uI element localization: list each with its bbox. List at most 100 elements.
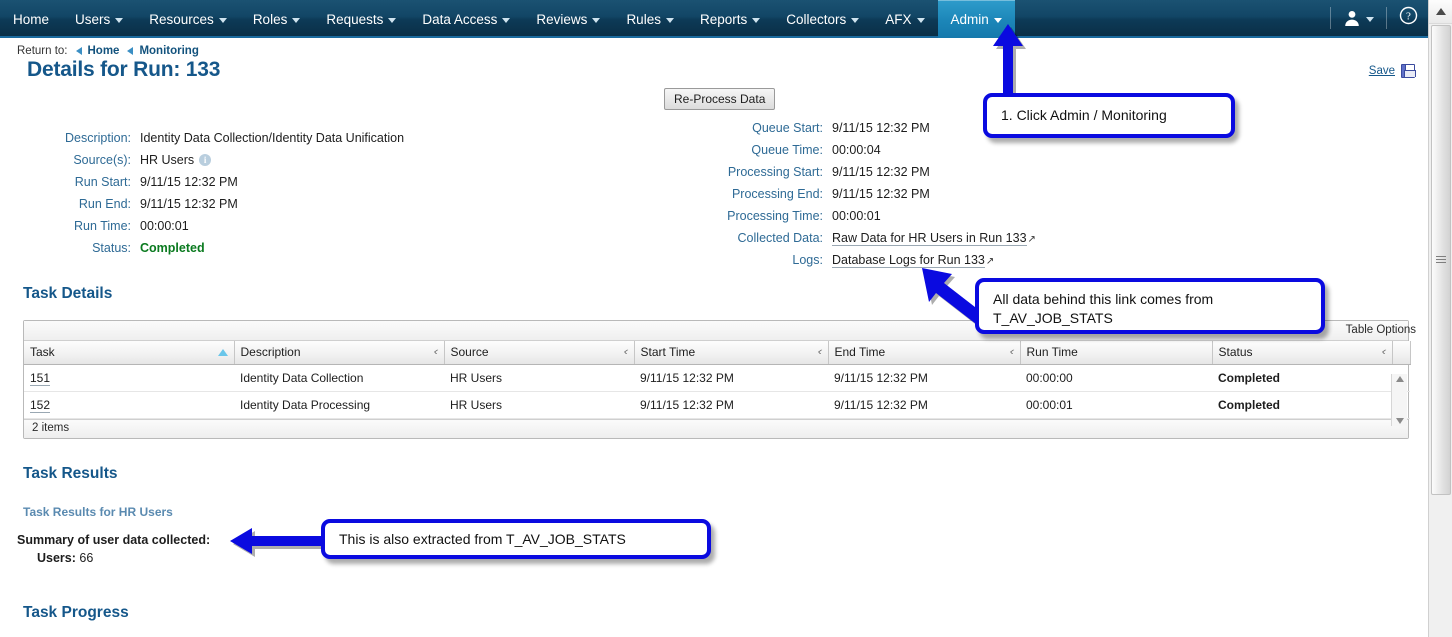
nav-item-label: Reviews	[536, 12, 587, 27]
detail-row-processing-end: Processing End: 9/11/15 12:32 PM	[660, 187, 1036, 201]
section-heading-task-details: Task Details	[23, 285, 112, 303]
detail-label: Logs:	[660, 253, 832, 267]
filter-icon[interactable]: ‹	[623, 347, 628, 358]
column-header-source[interactable]: Source ‹	[444, 341, 634, 364]
nav-item-reviews[interactable]: Reviews	[523, 0, 613, 38]
annotation-text-line2: T_AV_JOB_STATS	[993, 309, 1307, 328]
browser-scrollbar[interactable]	[1428, 0, 1452, 637]
nav-item-data-access[interactable]: Data Access	[409, 0, 523, 38]
detail-value: Raw Data for HR Users in Run 133↗	[832, 231, 1036, 245]
collected-data-link[interactable]: Raw Data for HR Users in Run 133	[832, 231, 1027, 246]
nav-item-label: Reports	[700, 12, 747, 27]
column-header-description[interactable]: Description ‹	[234, 341, 444, 364]
run-details-left: Description: Identity Data Collection/Id…	[0, 131, 404, 263]
detail-label: Queue Start:	[660, 121, 832, 135]
cell-start-time: 9/11/15 12:32 PM	[634, 364, 828, 391]
divider	[1386, 7, 1387, 29]
table-header-row: Task Description ‹ Source ‹	[24, 341, 1410, 364]
nav-item-home[interactable]: Home	[0, 0, 62, 38]
filter-icon[interactable]: ‹	[817, 347, 822, 358]
help-button[interactable]: ?	[1399, 6, 1418, 30]
sort-ascending-icon[interactable]	[218, 349, 228, 356]
scroll-up-button[interactable]	[1429, 0, 1452, 24]
page-title: Details for Run: 133	[27, 58, 220, 82]
detail-row-run-time: Run Time: 00:00:01	[0, 219, 404, 233]
table-row[interactable]: 151 Identity Data Collection HR Users 9/…	[24, 364, 1410, 391]
save-button[interactable]: Save	[1369, 64, 1415, 78]
breadcrumb-link-home[interactable]: Home	[88, 45, 120, 57]
scrollbar-track[interactable]	[1429, 24, 1452, 637]
filter-icon[interactable]: ‹	[433, 347, 438, 358]
chevron-down-icon	[917, 18, 925, 23]
table-options-link[interactable]: Table Options	[1346, 324, 1416, 336]
section-heading-task-results: Task Results	[23, 465, 117, 483]
users-value: 66	[79, 551, 93, 565]
detail-label: Processing Start:	[660, 165, 832, 179]
scrollbar-grip-icon	[1436, 256, 1446, 264]
detail-label: Status:	[0, 241, 140, 255]
user-menu-button[interactable]	[1343, 9, 1374, 27]
nav-item-requests[interactable]: Requests	[313, 0, 409, 38]
filter-icon[interactable]: ‹	[1009, 347, 1014, 358]
annotation-callout-3: This is also extracted from T_AV_JOB_STA…	[321, 519, 711, 559]
column-label: Task	[30, 345, 218, 359]
filter-icon[interactable]: ‹	[1381, 347, 1386, 358]
cell-description: Identity Data Collection	[234, 364, 444, 391]
chevron-down-icon	[219, 18, 227, 23]
scrollbar-thumb[interactable]	[1431, 25, 1451, 495]
nav-item-label: Home	[13, 12, 49, 27]
breadcrumb-link-monitoring[interactable]: Monitoring	[139, 45, 198, 57]
back-arrow-icon	[127, 47, 133, 55]
detail-row-description: Description: Identity Data Collection/Id…	[0, 131, 404, 145]
nav-item-collectors[interactable]: Collectors	[773, 0, 872, 38]
detail-row-run-end: Run End: 9/11/15 12:32 PM	[0, 197, 404, 211]
detail-value: 9/11/15 12:32 PM	[832, 165, 930, 179]
detail-label: Collected Data:	[660, 231, 832, 245]
detail-value: Identity Data Collection/Identity Data U…	[140, 131, 404, 145]
status-badge: Completed	[140, 241, 205, 255]
column-header-end-time[interactable]: End Time ‹	[828, 341, 1020, 364]
column-header-status[interactable]: Status ‹	[1212, 341, 1392, 364]
cell-status: Completed	[1212, 364, 1392, 391]
nav-item-label: AFX	[885, 12, 911, 27]
detail-row-queue-time: Queue Time: 00:00:04	[660, 143, 1036, 157]
nav-item-afx[interactable]: AFX	[872, 0, 937, 38]
column-header-run-time[interactable]: Run Time	[1020, 341, 1212, 364]
scroll-down-icon[interactable]	[1396, 418, 1404, 424]
table-vertical-scrollbar[interactable]	[1391, 374, 1407, 426]
svg-text:?: ?	[1406, 11, 1411, 23]
task-results-subtitle: Task Results for HR Users	[23, 505, 173, 519]
column-header-task[interactable]: Task	[24, 341, 234, 364]
nav-items: Home Users Resources Roles Requests Data…	[0, 0, 1015, 38]
detail-label: Run Start:	[0, 175, 140, 189]
annotation-arrow-up	[975, 22, 1045, 102]
external-link-icon: ↗	[1028, 234, 1036, 245]
detail-value: 9/11/15 12:32 PM	[832, 121, 930, 135]
scroll-up-icon[interactable]	[1396, 376, 1404, 382]
detail-row-sources: Source(s): HR Usersi	[0, 153, 404, 167]
task-link[interactable]: 152	[30, 398, 50, 413]
back-arrow-icon	[76, 47, 82, 55]
nav-item-roles[interactable]: Roles	[240, 0, 314, 38]
detail-row-queue-start: Queue Start: 9/11/15 12:32 PM	[660, 121, 1036, 135]
table-row[interactable]: 152 Identity Data Processing HR Users 9/…	[24, 391, 1410, 418]
info-icon[interactable]: i	[199, 154, 211, 166]
column-header-start-time[interactable]: Start Time ‹	[634, 341, 828, 364]
annotation-text-line1: All data behind this link comes from	[993, 290, 1307, 309]
nav-item-users[interactable]: Users	[62, 0, 136, 38]
main-navigation-bar: Home Users Resources Roles Requests Data…	[0, 0, 1428, 38]
nav-item-rules[interactable]: Rules	[613, 0, 687, 38]
chevron-down-icon	[592, 18, 600, 23]
nav-item-resources[interactable]: Resources	[136, 0, 240, 38]
detail-label: Description:	[0, 131, 140, 145]
column-label: Status	[1219, 345, 1382, 359]
detail-value: 9/11/15 12:32 PM	[140, 197, 238, 211]
task-link[interactable]: 151	[30, 371, 50, 386]
users-label: Users:	[37, 551, 76, 565]
cell-start-time: 9/11/15 12:32 PM	[634, 391, 828, 418]
reprocess-data-button[interactable]: Re-Process Data	[664, 88, 775, 110]
nav-item-reports[interactable]: Reports	[687, 0, 773, 38]
chevron-down-icon	[502, 18, 510, 23]
cell-source: HR Users	[444, 391, 634, 418]
page-root: Home Users Resources Roles Requests Data…	[0, 0, 1452, 637]
